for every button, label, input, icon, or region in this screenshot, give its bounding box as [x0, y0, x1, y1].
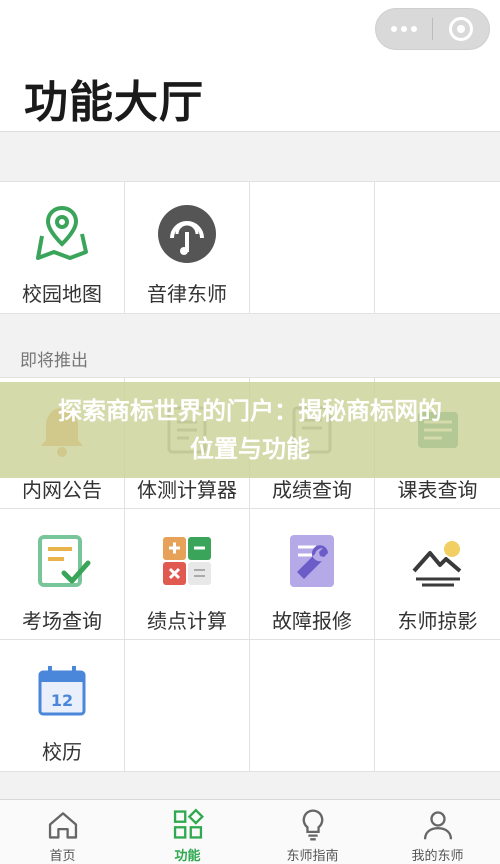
miniprogram-capsule[interactable] — [375, 8, 490, 50]
grid-item-label: 校历 — [42, 740, 82, 764]
function-grid: 校园地图 音律东师 — [0, 181, 500, 314]
grid-item-label: 体测计算器 — [137, 478, 237, 502]
grid-item-label: 课表查询 — [397, 478, 478, 502]
grid-item-label: 音律东师 — [147, 282, 227, 306]
tab-home[interactable]: 首页 — [0, 800, 125, 864]
section-title-coming-soon: 即将推出 — [20, 351, 88, 371]
bottom-tab-bar: 首页 功能 东师指南 我的东师 — [0, 799, 500, 864]
more-icon[interactable] — [376, 26, 432, 32]
grid-empty-cell — [375, 640, 500, 771]
landscape-icon — [412, 541, 461, 587]
music-icon — [158, 205, 216, 263]
tab-label: 东师指南 — [286, 849, 339, 864]
tab-functions[interactable]: 功能 — [125, 800, 250, 864]
calendar-number: 12 — [51, 691, 73, 710]
grid-empty-cell — [250, 640, 375, 771]
grid-item-label: 校园地图 — [22, 282, 102, 306]
grid-item-label: 内网公告 — [22, 478, 102, 502]
lightbulb-icon — [302, 809, 323, 841]
tab-label: 我的东师 — [411, 849, 464, 864]
grid-item-label: 考场查询 — [22, 609, 102, 633]
exam-check-icon — [38, 535, 91, 587]
tab-label: 功能 — [174, 849, 201, 864]
grid-icon — [173, 808, 204, 839]
grid-item-label: 成绩查询 — [272, 478, 352, 502]
calendar-icon: 12 — [38, 666, 86, 716]
grid-empty-cell — [375, 182, 500, 313]
wrench-icon — [290, 535, 334, 587]
article-title-overlay: 探索商标世界的门户：揭秘商标网的位置与功能 — [0, 382, 500, 478]
grid-empty-cell — [125, 640, 250, 771]
close-icon[interactable] — [433, 17, 489, 41]
calculator-icon — [163, 537, 211, 585]
person-icon — [423, 811, 452, 840]
grid-item-campus-photos[interactable]: 东师掠影 — [375, 509, 500, 640]
grid-item-gpa-calc[interactable]: 绩点计算 — [125, 509, 250, 640]
tab-guide[interactable]: 东师指南 — [250, 800, 375, 864]
home-icon — [48, 812, 77, 839]
grid-item-music[interactable]: 音律东师 — [125, 182, 250, 313]
grid-item-label: 绩点计算 — [147, 609, 227, 633]
map-pin-icon — [36, 205, 88, 260]
grid-item-school-calendar[interactable]: 12 校历 — [0, 640, 125, 771]
page-title: 功能大厅 — [24, 77, 204, 128]
tab-profile[interactable]: 我的东师 — [375, 800, 500, 864]
grid-item-label: 故障报修 — [272, 609, 352, 633]
tab-label: 首页 — [49, 849, 76, 864]
overlay-text: 探索商标世界的门户：揭秘商标网的位置与功能 — [58, 397, 442, 463]
grid-item-label: 东师掠影 — [397, 609, 478, 633]
grid-item-campus-map[interactable]: 校园地图 — [0, 182, 125, 313]
grid-item-repair[interactable]: 故障报修 — [250, 509, 375, 640]
grid-item-exam-query[interactable]: 考场查询 — [0, 509, 125, 640]
grid-empty-cell — [250, 182, 375, 313]
